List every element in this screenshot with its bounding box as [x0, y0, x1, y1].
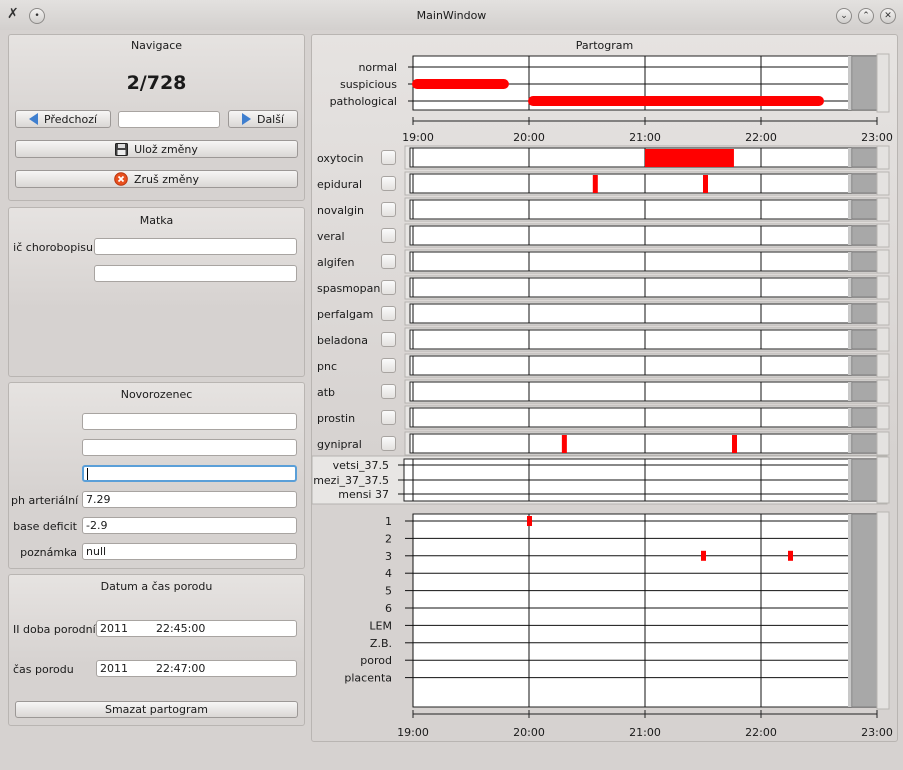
drug-checkbox-epidural[interactable]	[381, 176, 396, 191]
drug-label-perfalgam: perfalgam	[317, 308, 374, 321]
save-icon	[115, 142, 129, 156]
cas-porodu-input[interactable]: 2011 22:47:00	[96, 660, 297, 677]
partogram-title: Partogram	[575, 39, 634, 52]
close-icon[interactable]: ✕	[880, 8, 896, 24]
chorobopis-label: ič chorobopisu	[13, 241, 93, 254]
ph-label: ph arteriální	[11, 494, 79, 507]
drug-label-beladona: beladona	[317, 334, 368, 347]
novorozenec-title: Novorozenec	[120, 388, 193, 401]
arrow-left-icon	[28, 113, 38, 125]
record-input[interactable]	[118, 111, 220, 128]
drug-checkbox-gynipral[interactable]	[381, 436, 396, 451]
cas-porodu-label: čas porodu	[13, 663, 74, 676]
navigace-title: Navigace	[130, 39, 183, 52]
clear-partogram-button[interactable]: Smazat partogram	[15, 701, 298, 718]
drug-label-oxytocin: oxytocin	[317, 152, 364, 165]
ph-input[interactable]: 7.29	[82, 491, 297, 508]
drug-checkbox-prostin[interactable]	[381, 410, 396, 425]
arrow-right-icon	[241, 113, 251, 125]
next-button[interactable]: Další	[228, 110, 298, 128]
minimize-icon[interactable]: ⌄	[836, 8, 852, 24]
drug-label-atb: atb	[317, 386, 336, 399]
drug-checkbox-beladona[interactable]	[381, 332, 396, 347]
base-deficit-label: base deficit	[13, 520, 77, 533]
datum-title: Datum a čas porodu	[100, 580, 213, 593]
drug-label-algifen: algifen	[317, 256, 355, 269]
previous-button[interactable]: Předchozí	[15, 110, 111, 128]
druha-doba-label: II doba porodní	[13, 623, 96, 636]
cancel-button[interactable]: Zruš změny	[15, 170, 298, 188]
window-title: MainWindow	[416, 9, 487, 22]
poznamka-label: poznámka	[20, 546, 77, 559]
drug-checkbox-pnc[interactable]	[381, 358, 396, 373]
novorozenec-field3-input[interactable]: ​	[82, 465, 297, 482]
drug-checkbox-novalgin[interactable]	[381, 202, 396, 217]
matka-title: Matka	[139, 214, 174, 227]
maximize-icon[interactable]: ⌃	[858, 8, 874, 24]
matka-field2-input[interactable]	[94, 265, 297, 282]
drug-checkbox-veral[interactable]	[381, 228, 396, 243]
cancel-icon	[114, 172, 128, 186]
datum-panel: Datum a čas porodu II doba porodní 2011 …	[8, 574, 305, 726]
drug-checkbox-perfalgam[interactable]	[381, 306, 396, 321]
drug-label-prostin: prostin	[317, 412, 356, 425]
drug-label-epidural: epidural	[317, 178, 363, 191]
novorozenec-field1-input[interactable]	[82, 413, 297, 430]
drug-checkbox-spasmopan[interactable]	[381, 280, 396, 295]
drug-label-veral: veral	[317, 230, 345, 243]
drug-label-novalgin: novalgin	[317, 204, 365, 217]
drug-label-gynipral: gynipral	[317, 438, 362, 451]
chorobopis-input[interactable]	[94, 238, 297, 255]
partogram-panel: Partogram	[311, 34, 898, 742]
drug-label-spasmopan: spasmopan	[317, 282, 381, 295]
druha-doba-input[interactable]: 2011 22:45:00	[96, 620, 297, 637]
window-titlebar: ✗ • MainWindow ⌄ ⌃ ✕	[0, 0, 903, 30]
base-deficit-input[interactable]: -2.9	[82, 517, 297, 534]
navigace-panel: Navigace 2/728 Předchozí Další Ulož změn…	[8, 34, 305, 201]
matka-panel: Matka ič chorobopisu	[8, 207, 305, 377]
record-counter: 2/728	[126, 72, 187, 94]
drug-checkbox-atb[interactable]	[381, 384, 396, 399]
novorozenec-field2-input[interactable]	[82, 439, 297, 456]
drug-label-pnc: pnc	[317, 360, 338, 373]
novorozenec-panel: Novorozenec ​ ph arteriální 7.29 base de…	[8, 382, 305, 569]
save-button[interactable]: Ulož změny	[15, 140, 298, 158]
drug-checkbox-oxytocin[interactable]	[381, 150, 396, 165]
drug-checkbox-algifen[interactable]	[381, 254, 396, 269]
poznamka-input[interactable]: null	[82, 543, 297, 560]
